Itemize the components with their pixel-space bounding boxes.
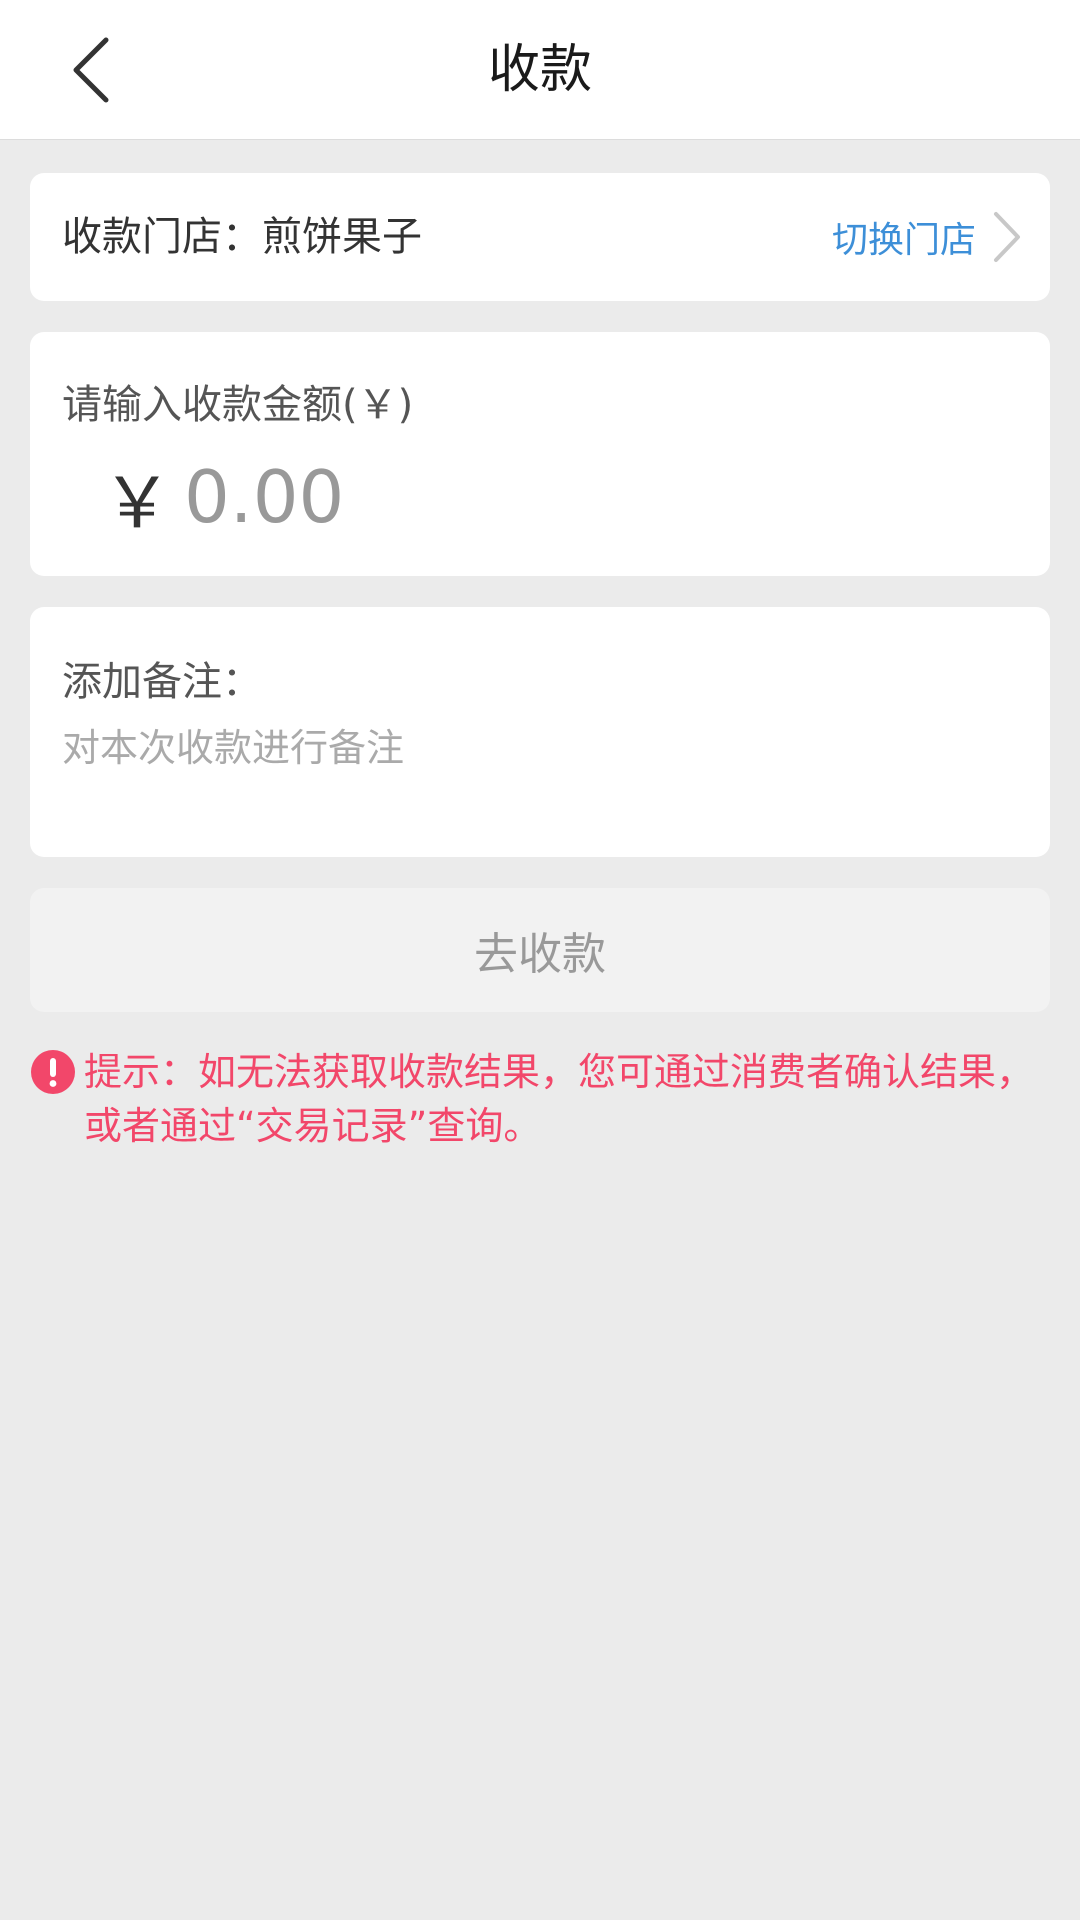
- switch-store-button[interactable]: 切换门店: [832, 173, 1024, 301]
- submit-payment-button[interactable]: 去收款: [30, 888, 1050, 1012]
- exclamation-circle-icon: [31, 1050, 75, 1094]
- note-label: 添加备注：: [62, 659, 262, 705]
- switch-store-label: 切换门店: [831, 220, 976, 261]
- top-bar: 收款: [0, 0, 1080, 140]
- amount-input[interactable]: [184, 455, 884, 539]
- amount-card: 请输入收款金额(￥) ￥: [30, 332, 1050, 576]
- note-input[interactable]: [62, 717, 1012, 817]
- note-card: 添加备注：: [30, 607, 1050, 857]
- currency-symbol: ￥: [102, 461, 172, 544]
- tip-text: 提示：如无法获取收款结果，您可通过消费者确认结果，或者通过“交易记录”查询。: [84, 1050, 1035, 1148]
- store-label: 收款门店：煎饼果子: [62, 214, 422, 260]
- page-title: 收款: [487, 40, 592, 100]
- chevron-right-icon: [994, 212, 1020, 262]
- store-card: 收款门店：煎饼果子 切换门店: [30, 173, 1050, 301]
- amount-input-row[interactable]: ￥: [62, 442, 1012, 552]
- tip-message: 提示：如无法获取收款结果，您可通过消费者确认结果，或者通过“交易记录”查询。: [30, 1045, 1055, 1153]
- amount-label: 请输入收款金额(￥): [62, 382, 414, 428]
